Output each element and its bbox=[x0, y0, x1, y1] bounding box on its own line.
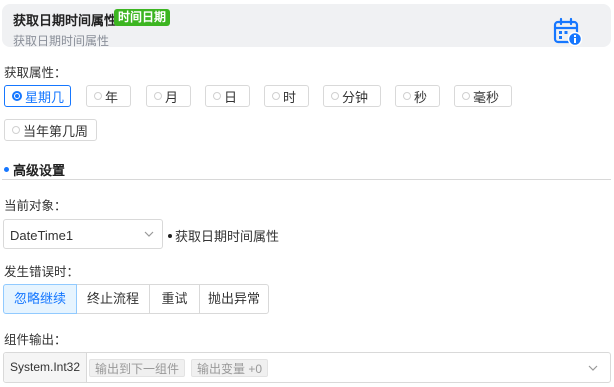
target-label: 当前对象： bbox=[4, 199, 67, 213]
chevron-down-icon bbox=[588, 365, 598, 371]
radio-month[interactable]: 月 bbox=[146, 85, 191, 107]
radio-label: 日 bbox=[224, 89, 238, 105]
radio-dot bbox=[94, 92, 102, 100]
section-bullet bbox=[4, 167, 9, 172]
radio-hour[interactable]: 时 bbox=[264, 85, 309, 107]
radio-dot bbox=[12, 91, 22, 101]
radio-dot bbox=[12, 126, 20, 134]
radio-dot bbox=[462, 92, 470, 100]
output-label: 组件输出： bbox=[4, 333, 67, 347]
section-title: 高级设置 bbox=[13, 163, 66, 178]
output-variable-chip[interactable]: 输出变量 +0 bbox=[191, 359, 269, 377]
error-option-throw[interactable]: 抛出异常 bbox=[199, 284, 269, 314]
radio-label: 毫秒 bbox=[473, 89, 500, 105]
output-next-chip[interactable]: 输出到下一组件 bbox=[89, 359, 186, 377]
component-subtitle: 获取日期时间属性 bbox=[13, 34, 110, 48]
radio-dot bbox=[403, 92, 411, 100]
error-handling-segmented: 忽略继续 终止流程 重试 抛出异常 bbox=[3, 284, 269, 314]
radio-label: 年 bbox=[105, 89, 119, 105]
radio-dot bbox=[213, 92, 221, 100]
radio-label: 当年第几周 bbox=[23, 123, 89, 139]
error-option-retry[interactable]: 重试 bbox=[149, 284, 200, 314]
radio-label: 星期几 bbox=[25, 89, 65, 105]
component-title: 获取日期时间属性 bbox=[13, 13, 118, 28]
radio-label: 时 bbox=[283, 89, 297, 105]
radio-dot bbox=[331, 92, 339, 100]
radio-week-of-year[interactable]: 当年第几周 bbox=[4, 119, 97, 141]
radio-label: 分钟 bbox=[342, 89, 369, 105]
description-bullet bbox=[168, 233, 172, 238]
radio-label: 秒 bbox=[414, 89, 428, 105]
radio-weekday[interactable]: 星期几 bbox=[4, 85, 71, 107]
target-select[interactable]: DateTime1 bbox=[3, 219, 163, 249]
component-header: 获取日期时间属性 时间日期 获取日期时间属性 bbox=[2, 4, 611, 48]
target-select-value: DateTime1 bbox=[10, 228, 74, 243]
radio-label: 月 bbox=[165, 89, 179, 105]
radio-minute[interactable]: 分钟 bbox=[323, 85, 381, 107]
output-select[interactable]: System.Int32 输出到下一组件 输出变量 +0 bbox=[3, 352, 611, 383]
category-tag: 时间日期 bbox=[114, 9, 171, 26]
radio-dot bbox=[154, 92, 162, 100]
radio-dot bbox=[272, 92, 280, 100]
error-option-ignore[interactable]: 忽略继续 bbox=[3, 284, 77, 314]
calendar-info-icon bbox=[553, 17, 583, 47]
attribute-label: 获取属性： bbox=[4, 66, 67, 80]
output-type: System.Int32 bbox=[4, 353, 87, 382]
chevron-down-icon bbox=[144, 231, 154, 237]
target-description: 获取日期时间属性 bbox=[168, 226, 279, 245]
radio-day[interactable]: 日 bbox=[205, 85, 250, 107]
advanced-settings-heading: 高级设置 bbox=[4, 160, 65, 179]
error-label: 发生错误时： bbox=[4, 265, 80, 279]
target-description-text: 获取日期时间属性 bbox=[175, 229, 280, 244]
radio-millisecond[interactable]: 毫秒 bbox=[454, 85, 512, 107]
radio-year[interactable]: 年 bbox=[86, 85, 131, 107]
error-option-terminate[interactable]: 终止流程 bbox=[76, 284, 150, 314]
section-divider bbox=[2, 179, 611, 180]
radio-second[interactable]: 秒 bbox=[395, 85, 440, 107]
